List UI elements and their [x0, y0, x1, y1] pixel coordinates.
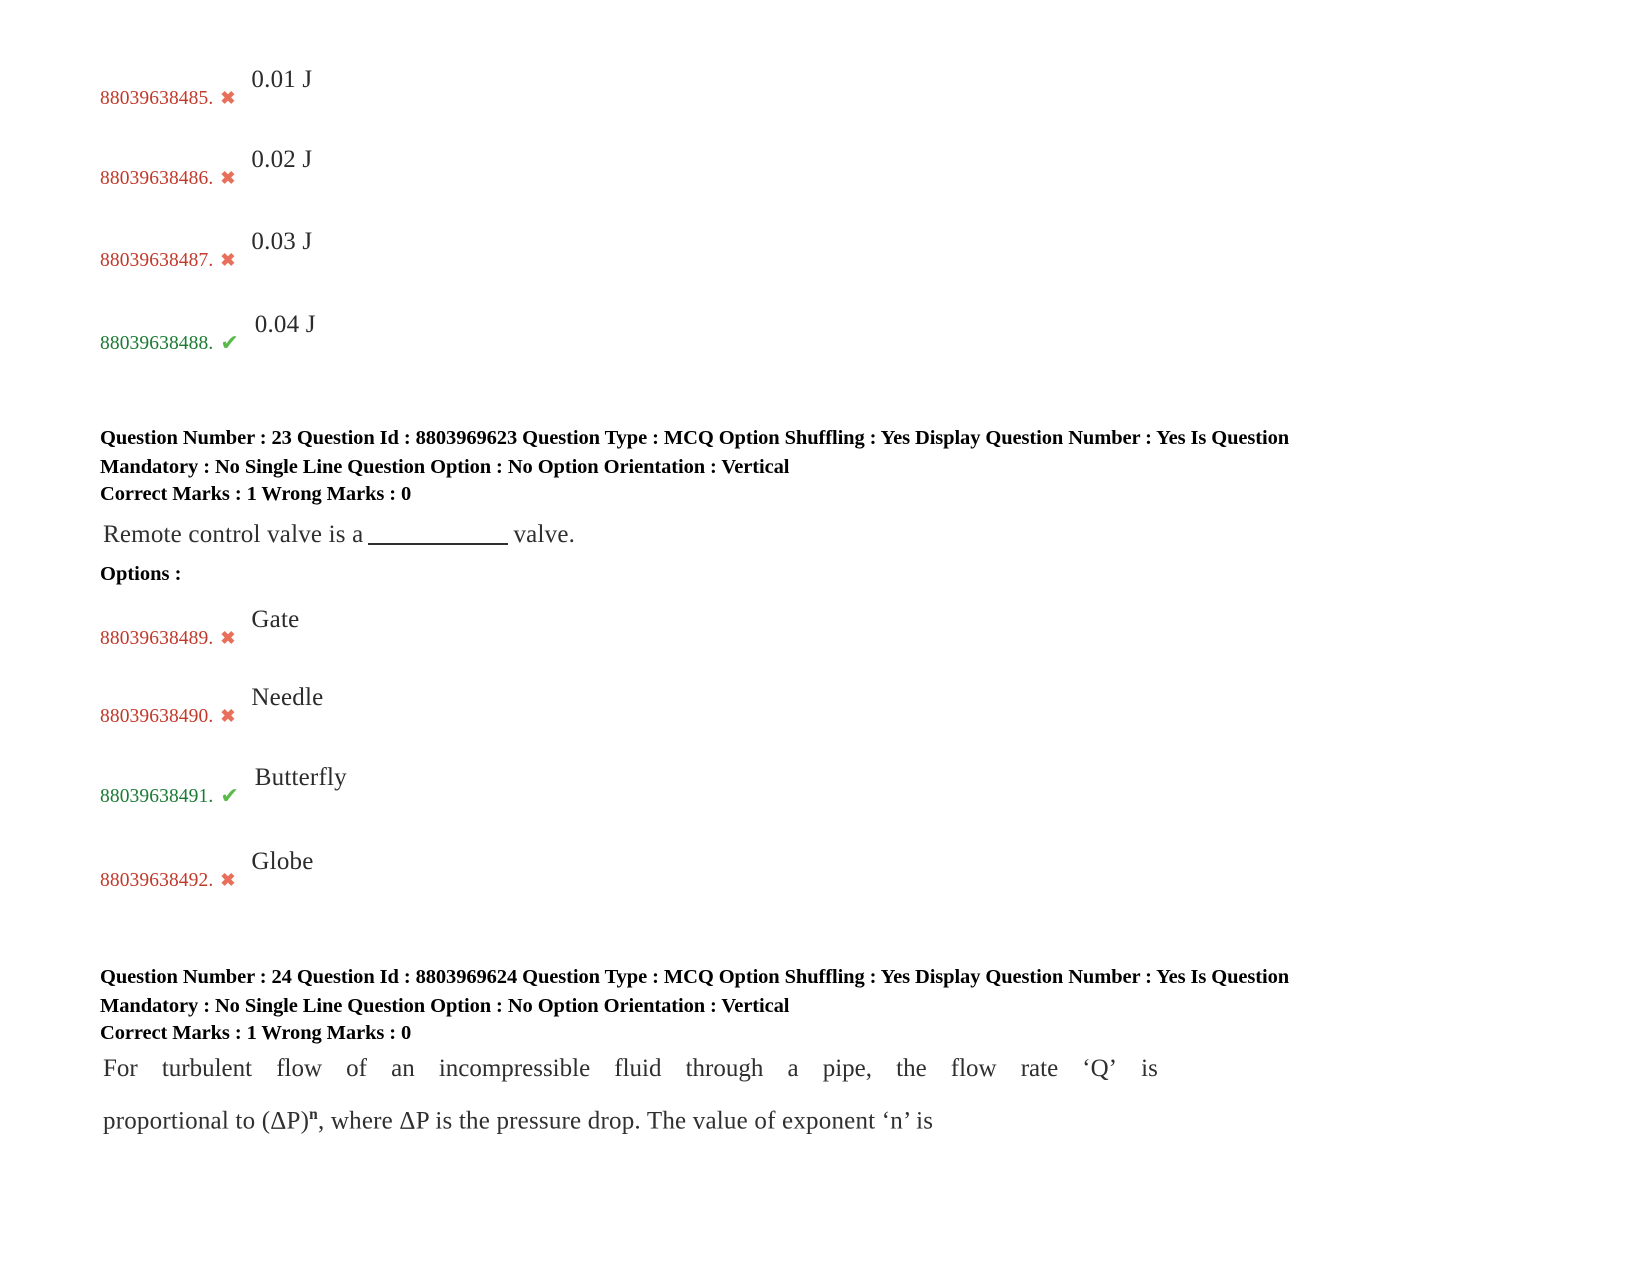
- question-24-word: flow: [950, 1055, 997, 1082]
- question-24-metadata: Question Number : 24 Question Id : 88039…: [100, 963, 1470, 1021]
- question-24-meta-line-2: Mandatory : No Single Line Question Opti…: [100, 995, 790, 1017]
- question-23-text-before-blank: Remote control valve is a: [103, 521, 364, 548]
- question-24-word: For: [103, 1055, 138, 1082]
- question-24-line-2-part-1: proportional to (ΔP): [103, 1107, 310, 1135]
- question-24-word: fluid: [614, 1055, 662, 1082]
- question-24-word: is: [1141, 1055, 1158, 1082]
- option-text: Needle: [251, 684, 324, 711]
- option-id: 88039638485.: [100, 87, 214, 109]
- option-id: 88039638491.: [100, 785, 214, 807]
- option-text: 0.04 J: [254, 311, 316, 338]
- wrong-answer-cross-icon: ✖: [220, 88, 236, 108]
- question-24-word: a: [787, 1055, 799, 1082]
- option-id: 88039638488.: [100, 332, 214, 354]
- option-id: 88039638486.: [100, 167, 214, 189]
- option-row[interactable]: 88039638488. ✔ 0.04 J: [100, 311, 316, 355]
- option-text: Globe: [251, 848, 314, 875]
- question-23-meta-line-2: Mandatory : No Single Line Question Opti…: [100, 456, 790, 478]
- question-24-text-line-2: proportional to (ΔP)n, where ΔP is the p…: [103, 1106, 933, 1135]
- option-row[interactable]: 88039638491. ✔ Butterfly: [100, 764, 347, 808]
- question-23-text-after-blank: valve.: [513, 521, 576, 548]
- options-label: Options :: [100, 563, 182, 585]
- exponent-n: n: [309, 1106, 318, 1123]
- option-row[interactable]: 88039638487. ✖ 0.03 J: [100, 228, 312, 271]
- wrong-answer-cross-icon: ✖: [220, 706, 236, 726]
- question-24-word: incompressible: [438, 1055, 591, 1082]
- question-24-word: pipe,: [822, 1055, 873, 1082]
- option-id: 88039638492.: [100, 869, 214, 891]
- question-24-line-2-part-2: , where ΔP is the pressure drop. The val…: [318, 1107, 934, 1135]
- option-text: Butterfly: [254, 764, 347, 791]
- option-id: 88039638489.: [100, 627, 214, 649]
- wrong-answer-cross-icon: ✖: [220, 870, 236, 890]
- exam-answer-key-page: 88039638485. ✖ 0.01 J 88039638486. ✖ 0.0…: [0, 0, 1651, 1275]
- question-23-text: Remote control valve is a valve.: [103, 521, 575, 549]
- question-24-meta-line-1: Question Number : 24 Question Id : 88039…: [100, 966, 1290, 988]
- question-24-word: rate: [1020, 1055, 1059, 1082]
- wrong-answer-cross-icon: ✖: [220, 168, 236, 188]
- option-id: 88039638490.: [100, 705, 214, 727]
- correct-answer-check-icon: ✔: [220, 330, 239, 355]
- question-23-meta-line-1: Question Number : 23 Question Id : 88039…: [100, 427, 1290, 449]
- option-text: 0.02 J: [251, 146, 313, 173]
- option-text: 0.01 J: [251, 66, 313, 93]
- question-23-metadata: Question Number : 23 Question Id : 88039…: [100, 424, 1470, 482]
- question-24-marks: Correct Marks : 1 Wrong Marks : 0: [100, 1022, 412, 1044]
- option-row[interactable]: 88039638486. ✖ 0.02 J: [100, 146, 312, 189]
- question-24-text-line-1: For turbulent flow of an incompressible fluid t…: [103, 1055, 1158, 1083]
- question-24-word: through: [685, 1055, 764, 1082]
- option-text: 0.03 J: [251, 228, 313, 255]
- correct-answer-check-icon: ✔: [220, 783, 239, 808]
- option-text: Gate: [251, 606, 300, 633]
- option-row[interactable]: 88039638489. ✖ Gate: [100, 606, 299, 649]
- question-24-word: an: [391, 1055, 415, 1082]
- wrong-answer-cross-icon: ✖: [220, 250, 236, 270]
- question-23-marks: Correct Marks : 1 Wrong Marks : 0: [100, 483, 412, 505]
- fill-in-blank: [368, 543, 509, 545]
- option-id: 88039638487.: [100, 249, 214, 271]
- question-24-word: turbulent: [161, 1055, 253, 1082]
- wrong-answer-cross-icon: ✖: [220, 628, 236, 648]
- question-24-word: of: [346, 1055, 367, 1082]
- question-24-word: flow: [276, 1055, 323, 1082]
- option-row[interactable]: 88039638490. ✖ Needle: [100, 684, 323, 727]
- option-row[interactable]: 88039638492. ✖ Globe: [100, 848, 314, 891]
- option-row[interactable]: 88039638485. ✖ 0.01 J: [100, 66, 312, 109]
- question-24-word: ‘Q’: [1082, 1055, 1118, 1082]
- question-24-word: the: [896, 1055, 927, 1082]
